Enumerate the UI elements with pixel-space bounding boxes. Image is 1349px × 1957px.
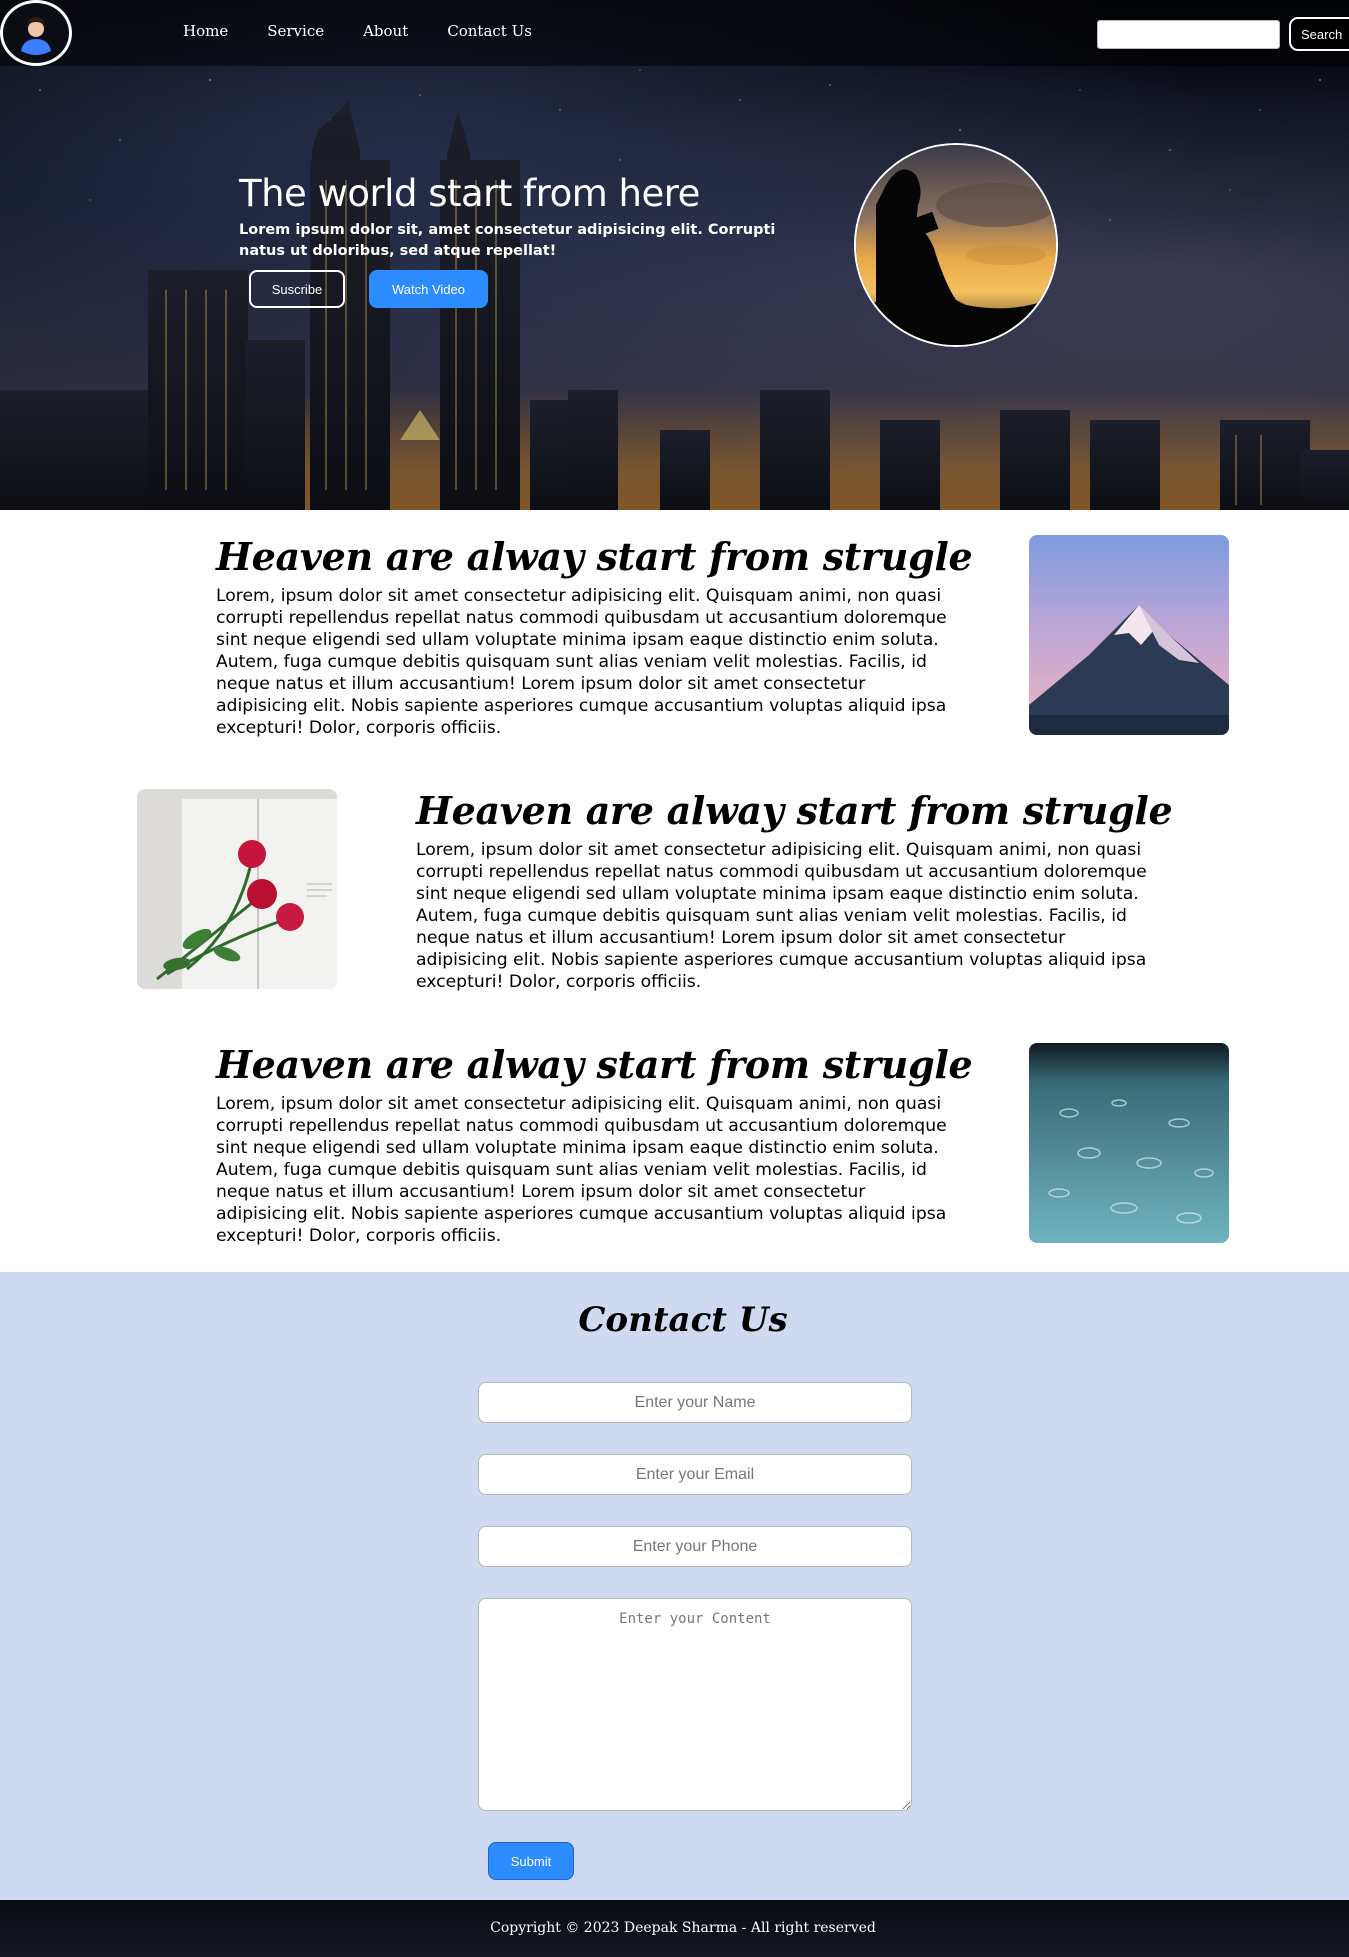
subscribe-button[interactable]: Suscribe — [249, 270, 345, 308]
watch-video-button[interactable]: Watch Video — [369, 270, 488, 308]
footer: Copyright © 2023 Deepak Sharma - All rig… — [0, 1900, 1349, 1957]
content-textarea[interactable] — [478, 1598, 912, 1811]
nav-link-service[interactable]: Service — [267, 22, 324, 40]
article-3-title: Heaven are alway start from strugle — [216, 1042, 973, 1087]
search-input[interactable] — [1097, 20, 1280, 49]
nav-link-about[interactable]: About — [363, 22, 408, 40]
avatar-logo[interactable] — [0, 0, 72, 66]
roses-image — [137, 789, 337, 989]
hero-title: The world start from here — [239, 172, 700, 215]
hero-subtitle: Lorem ipsum dolor sit, amet consectetur … — [239, 222, 776, 259]
name-field[interactable] — [478, 1382, 912, 1423]
mountain-image — [1029, 535, 1229, 735]
city-skyline-silhouette — [0, 100, 1349, 510]
search-button[interactable]: Search — [1289, 17, 1349, 51]
user-avatar-icon — [21, 17, 51, 55]
nav-link-contact[interactable]: Contact Us — [447, 22, 532, 40]
submit-button[interactable]: Submit — [488, 1842, 574, 1880]
article-1-title: Heaven are alway start from strugle — [216, 534, 973, 579]
article-2-title: Heaven are alway start from strugle — [416, 788, 1173, 833]
reading-silhouette-image — [854, 143, 1058, 347]
top-navbar: Home Service About Contact Us Search — [0, 0, 1349, 66]
article-1-body: Lorem, ipsum dolor sit amet consectetur … — [216, 586, 947, 738]
article-3-body: Lorem, ipsum dolor sit amet consectetur … — [216, 1094, 947, 1246]
rain-water-image — [1029, 1043, 1229, 1243]
contact-section: Contact Us Submit — [0, 1272, 1349, 1900]
article-2-body: Lorem, ipsum dolor sit amet consectetur … — [416, 840, 1147, 992]
nav-link-home[interactable]: Home — [183, 22, 228, 40]
copyright-text: Copyright © 2023 Deepak Sharma - All rig… — [490, 1920, 876, 1936]
email-field[interactable] — [478, 1454, 912, 1495]
contact-title: Contact Us — [578, 1300, 788, 1340]
nav-links: Home Service About Contact Us — [183, 22, 571, 40]
phone-field[interactable] — [478, 1526, 912, 1567]
